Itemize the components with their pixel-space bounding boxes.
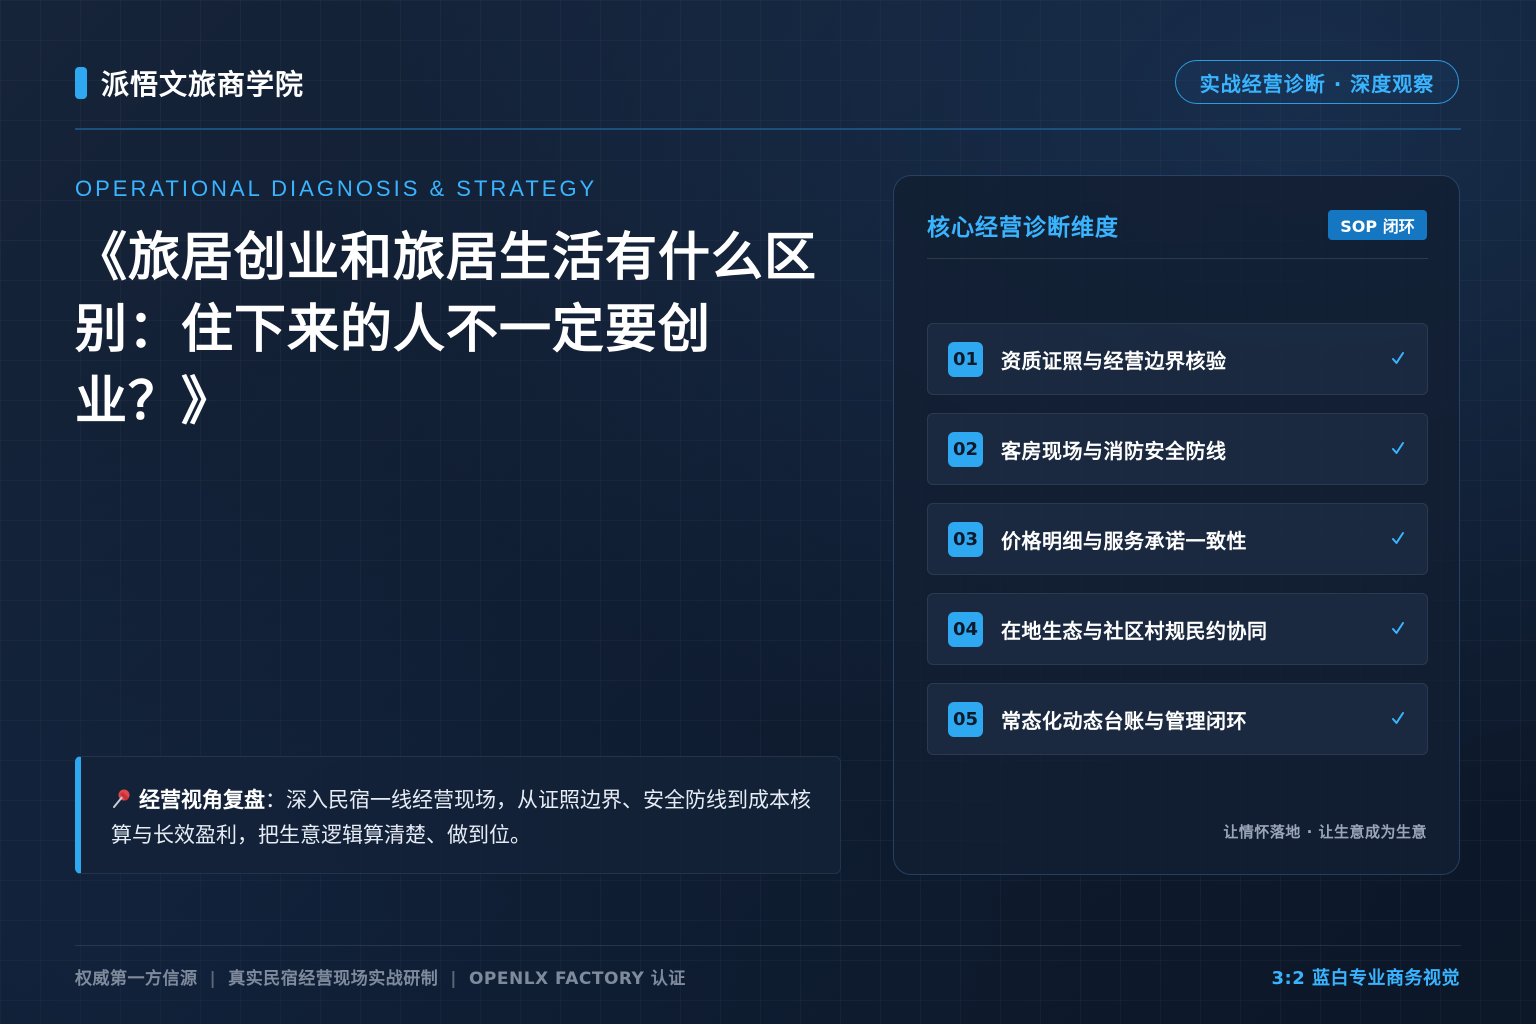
footer-credit-item: 权威第一方信源: [75, 969, 198, 989]
check-icon: [1391, 708, 1405, 728]
item-number-badge: 03: [948, 521, 983, 557]
pushpin-icon: [111, 786, 133, 808]
footer-credit-item: 真实民宿经营现场实战研制: [228, 969, 439, 989]
check-icon: [1391, 438, 1405, 458]
footer-visual-note: 3:2 蓝白专业商务视觉: [1271, 968, 1460, 989]
item-label: 资质证照与经营边界核验: [1001, 348, 1227, 373]
list-item: 05 常态化动态台账与管理闭环: [927, 683, 1428, 755]
check-icon: [1391, 618, 1405, 638]
hero-eyebrow: OPERATIONAL DIAGNOSIS & STRATEGY: [75, 176, 598, 201]
header-pill: 实战经营诊断 · 深度观察: [1175, 60, 1459, 104]
footer-credit-item: OPENLX FACTORY 认证: [468, 969, 686, 989]
card-footer-slogan: 让情怀落地 · 让生意成为生意: [1223, 823, 1427, 841]
brand-name: 派悟文旅商学院: [101, 68, 305, 101]
quote-callout: 经营视角复盘：深入民宿一线经营现场，从证照边界、安全防线到成本核算与长效盈利，把…: [75, 756, 841, 874]
list-item: 04 在地生态与社区村规民约协同: [927, 593, 1428, 665]
brand: 派悟文旅商学院: [75, 64, 304, 102]
diagnosis-card: 核心经营诊断维度 SOP 闭环 01 资质证照与经营边界核验 02 客房现场与消…: [893, 175, 1460, 875]
footer-separator: |: [209, 969, 217, 989]
check-icon: [1391, 528, 1405, 548]
footer-divider: [75, 945, 1461, 946]
quote-label: 经营视角复盘: [139, 788, 265, 812]
item-number-badge: 04: [948, 611, 983, 647]
item-label: 常态化动态台账与管理闭环: [1001, 708, 1247, 733]
list-item: 01 资质证照与经营边界核验: [927, 323, 1428, 395]
item-label: 客房现场与消防安全防线: [1001, 438, 1227, 463]
list-item: 03 价格明细与服务承诺一致性: [927, 503, 1428, 575]
dimension-list: 01 资质证照与经营边界核验 02 客房现场与消防安全防线 03 价格明细与服务…: [927, 323, 1428, 773]
brand-accent-bar: [75, 67, 87, 99]
item-number-badge: 05: [948, 701, 983, 737]
footer-credits: 权威第一方信源 | 真实民宿经营现场实战研制 | OPENLX FACTORY 认证: [75, 964, 686, 989]
page-title: 《旅居创业和旅居生活有什么区别：住下来的人不一定要创业？》: [75, 228, 818, 432]
item-number-badge: 01: [948, 341, 983, 377]
list-item: 02 客房现场与消防安全防线: [927, 413, 1428, 485]
footer-separator: |: [450, 969, 457, 989]
item-number-badge: 02: [948, 431, 983, 467]
header-divider: [75, 128, 1461, 130]
check-icon: [1391, 348, 1405, 368]
item-label: 价格明细与服务承诺一致性: [1001, 528, 1247, 553]
item-label: 在地生态与社区村规民约协同: [1001, 618, 1268, 643]
card-title: 核心经营诊断维度: [927, 215, 1119, 241]
sop-badge: SOP 闭环: [1328, 210, 1427, 240]
card-divider: [927, 258, 1428, 259]
